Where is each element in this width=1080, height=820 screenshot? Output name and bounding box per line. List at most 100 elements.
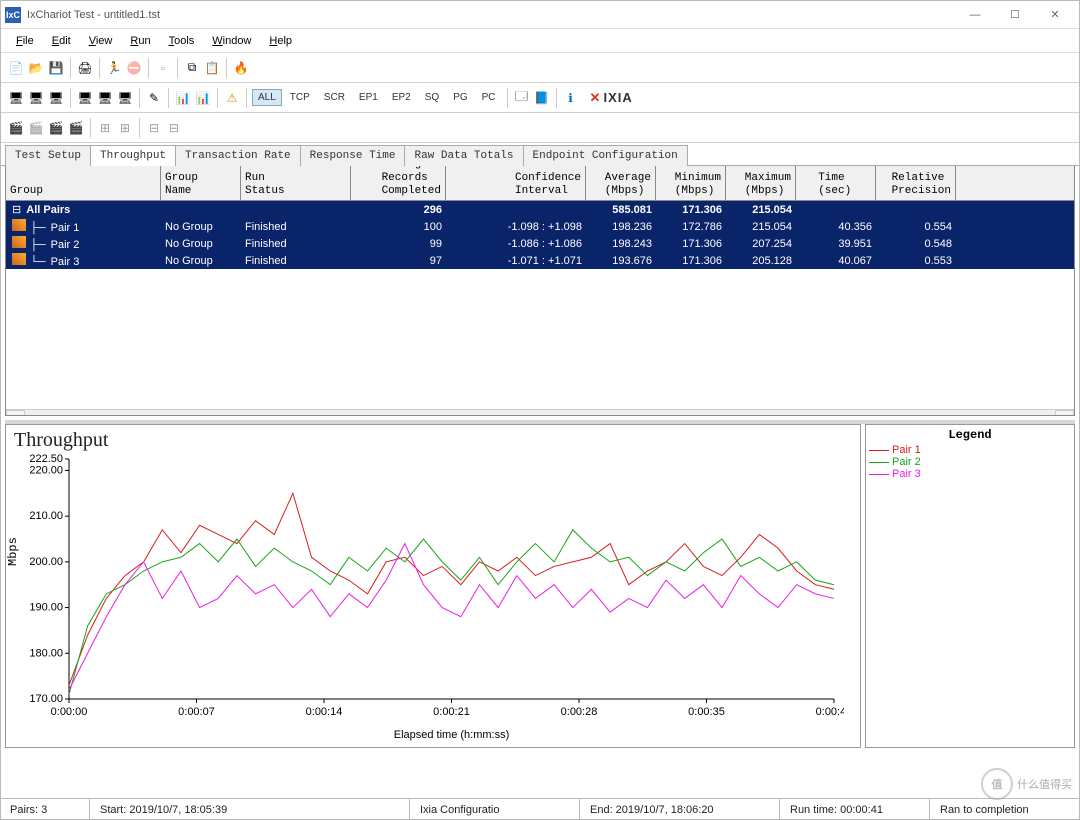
pair-icon bbox=[12, 219, 26, 231]
toolbar-tertiary: 🎬 🎬 🎬 🎬 ⊞ ⊞ ⊟ ⊟ bbox=[1, 113, 1079, 143]
fire-icon[interactable]: 🔥 bbox=[232, 59, 250, 77]
results-grid[interactable]: GroupPairGroupNameRunStatusTimingRecords… bbox=[5, 166, 1075, 416]
col-header[interactable]: Group bbox=[6, 166, 161, 200]
legend-item[interactable]: Pair 2 bbox=[869, 456, 1071, 468]
tab-transaction-rate[interactable]: Transaction Rate bbox=[175, 145, 301, 166]
svg-text:180.00: 180.00 bbox=[29, 647, 63, 659]
svg-text:0:00:35: 0:00:35 bbox=[688, 706, 725, 718]
open-icon[interactable]: 📂 bbox=[27, 59, 45, 77]
run-icon[interactable]: 🏃 bbox=[105, 59, 123, 77]
filter-all[interactable]: ALL bbox=[252, 89, 282, 106]
svg-text:220.00: 220.00 bbox=[29, 464, 63, 476]
col-header[interactable]: Maximum(Mbps) bbox=[726, 166, 796, 200]
menu-bar: File Edit View Run Tools Window Help bbox=[1, 29, 1079, 53]
filter-pc[interactable]: PC bbox=[476, 89, 502, 106]
col-header[interactable]: 95%ConfidenceInterval bbox=[446, 166, 586, 200]
col-header[interactable]: PairGroupName bbox=[161, 166, 241, 200]
info-icon[interactable]: ℹ bbox=[562, 89, 580, 107]
menu-tools[interactable]: Tools bbox=[160, 32, 204, 50]
tb2-icon-11[interactable]: 🗔 bbox=[513, 89, 531, 107]
copy-icon[interactable]: 📋 bbox=[203, 59, 221, 77]
svg-text:Elapsed time (h:mm:ss): Elapsed time (h:mm:ss) bbox=[394, 729, 510, 741]
print-icon[interactable]: 🖨 bbox=[76, 59, 94, 77]
status-config: Ixia Configuratio bbox=[410, 799, 580, 820]
new-icon[interactable]: 📄 bbox=[7, 59, 25, 77]
tb3-icon-7[interactable]: ⊟ bbox=[145, 119, 163, 137]
pair-row[interactable]: └─ Pair 3 No Group Finished 97 -1.071 : … bbox=[6, 252, 1074, 269]
filter-pg[interactable]: PG bbox=[447, 89, 473, 106]
tb2-icon-2[interactable]: 🖥 bbox=[27, 89, 45, 107]
filter-ep1[interactable]: EP1 bbox=[353, 89, 384, 106]
tab-test-setup[interactable]: Test Setup bbox=[5, 145, 91, 166]
col-header[interactable]: MeasuredTime(sec) bbox=[796, 166, 876, 200]
tb3-icon-1[interactable]: 🎬 bbox=[7, 119, 25, 137]
menu-help[interactable]: Help bbox=[260, 32, 301, 50]
pair-icon bbox=[12, 236, 26, 248]
tool-icon-2[interactable]: ⧉ bbox=[183, 59, 201, 77]
tb3-icon-2[interactable]: 🎬 bbox=[27, 119, 45, 137]
minimize-button[interactable]: — bbox=[955, 2, 995, 28]
tb3-icon-4[interactable]: 🎬 bbox=[67, 119, 85, 137]
toolbar-secondary: 🖥 🖥 🖥 🖥 🖥 🖥 ✎ 📊 📊 ⚠ ALL TCP SCR EP1 EP2 … bbox=[1, 83, 1079, 113]
menu-window[interactable]: Window bbox=[203, 32, 260, 50]
svg-text:0:00:07: 0:00:07 bbox=[178, 706, 215, 718]
close-button[interactable]: ✕ bbox=[1035, 2, 1075, 28]
status-pairs: Pairs: 3 bbox=[0, 799, 90, 820]
col-header[interactable]: Minimum(Mbps) bbox=[656, 166, 726, 200]
horizontal-scrollbar[interactable] bbox=[6, 409, 1074, 416]
svg-text:0:00:14: 0:00:14 bbox=[306, 706, 343, 718]
legend-title: Legend bbox=[869, 428, 1071, 442]
tab-throughput[interactable]: Throughput bbox=[90, 145, 176, 166]
toolbar-main: 📄 📂 💾 🖨 🏃 ⛔ ▫ ⧉ 📋 🔥 bbox=[1, 53, 1079, 83]
legend-item[interactable]: Pair 1 bbox=[869, 444, 1071, 456]
tb2-icon-10[interactable]: ⚠ bbox=[223, 89, 241, 107]
tb3-icon-3[interactable]: 🎬 bbox=[47, 119, 65, 137]
filter-sq[interactable]: SQ bbox=[419, 89, 445, 106]
tb2-icon-1[interactable]: 🖥 bbox=[7, 89, 25, 107]
stop-icon[interactable]: ⛔ bbox=[125, 59, 143, 77]
tool-icon-1[interactable]: ▫ bbox=[154, 59, 172, 77]
filter-ep2[interactable]: EP2 bbox=[386, 89, 417, 106]
menu-run[interactable]: Run bbox=[121, 32, 159, 50]
svg-text:200.00: 200.00 bbox=[29, 556, 63, 568]
menu-edit[interactable]: Edit bbox=[43, 32, 80, 50]
svg-text:222.50: 222.50 bbox=[29, 454, 63, 465]
svg-text:0:00:21: 0:00:21 bbox=[433, 706, 470, 718]
window-title: IxChariot Test - untitled1.tst bbox=[27, 9, 160, 21]
menu-file[interactable]: File bbox=[7, 32, 43, 50]
status-start: Start: 2019/10/7, 18:05:39 bbox=[90, 799, 410, 820]
save-icon[interactable]: 💾 bbox=[47, 59, 65, 77]
tb3-icon-8[interactable]: ⊟ bbox=[165, 119, 183, 137]
col-header[interactable]: Average(Mbps) bbox=[586, 166, 656, 200]
menu-view[interactable]: View bbox=[80, 32, 122, 50]
tb2-icon-5[interactable]: 🖥 bbox=[96, 89, 114, 107]
col-header[interactable]: RunStatus bbox=[241, 166, 351, 200]
title-bar: IxC IxChariot Test - untitled1.tst — ☐ ✕ bbox=[1, 1, 1079, 29]
pair-row[interactable]: ├─ Pair 1 No Group Finished 100 -1.098 :… bbox=[6, 218, 1074, 235]
filter-tcp[interactable]: TCP bbox=[284, 89, 316, 106]
tb2-icon-7[interactable]: ✎ bbox=[145, 89, 163, 107]
maximize-button[interactable]: ☐ bbox=[995, 2, 1035, 28]
tb2-icon-4[interactable]: 🖥 bbox=[76, 89, 94, 107]
tb2-icon-6[interactable]: 🖥 bbox=[116, 89, 134, 107]
grid-header: GroupPairGroupNameRunStatusTimingRecords… bbox=[6, 166, 1074, 201]
summary-row[interactable]: ⊟ All Pairs 296 585.081 171.306 215.054 bbox=[6, 201, 1074, 218]
throughput-chart[interactable]: Throughput Mbps 170.00180.00190.00200.00… bbox=[5, 424, 861, 748]
tab-response-time[interactable]: Response Time bbox=[300, 145, 406, 166]
tb2-icon-9[interactable]: 📊 bbox=[194, 89, 212, 107]
col-header[interactable]: TimingRecordsCompleted bbox=[351, 166, 446, 200]
tb2-icon-3[interactable]: 🖥 bbox=[47, 89, 65, 107]
tb2-icon-12[interactable]: 📘 bbox=[533, 89, 551, 107]
tb3-icon-6[interactable]: ⊞ bbox=[116, 119, 134, 137]
legend-item[interactable]: Pair 3 bbox=[869, 468, 1071, 480]
col-header[interactable]: RelativePrecision bbox=[876, 166, 956, 200]
tb2-icon-8[interactable]: 📊 bbox=[174, 89, 192, 107]
svg-text:0:00:28: 0:00:28 bbox=[561, 706, 598, 718]
svg-text:210.00: 210.00 bbox=[29, 510, 63, 522]
tab-raw-data[interactable]: Raw Data Totals bbox=[404, 145, 523, 166]
pair-icon bbox=[12, 253, 26, 265]
filter-scr[interactable]: SCR bbox=[318, 89, 351, 106]
pair-row[interactable]: ├─ Pair 2 No Group Finished 99 -1.086 : … bbox=[6, 235, 1074, 252]
tb3-icon-5[interactable]: ⊞ bbox=[96, 119, 114, 137]
tab-endpoint-config[interactable]: Endpoint Configuration bbox=[523, 145, 688, 166]
